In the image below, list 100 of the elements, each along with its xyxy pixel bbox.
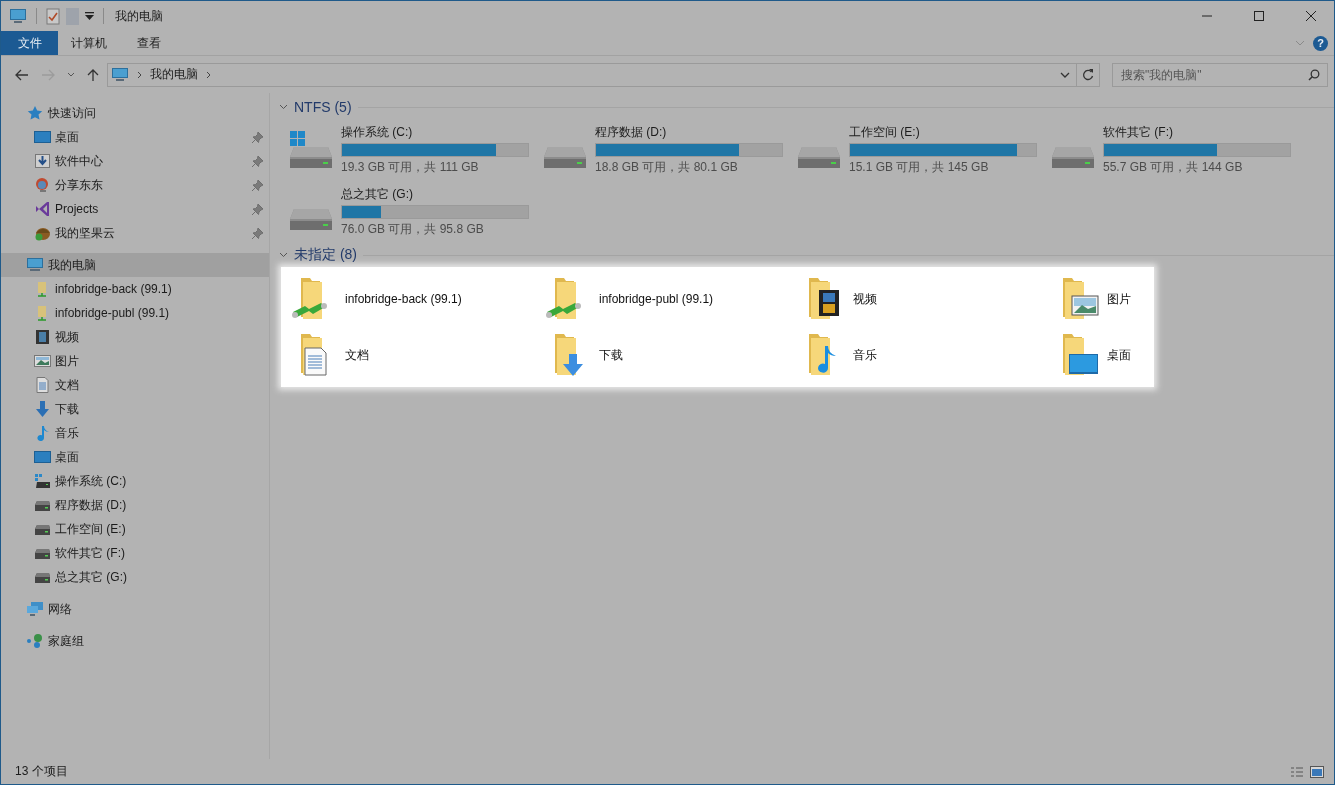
computer-icon bbox=[26, 257, 44, 273]
back-arrow-icon[interactable] bbox=[15, 68, 29, 81]
address-field[interactable]: 我的电脑 bbox=[107, 62, 1077, 87]
maximize-icon[interactable] bbox=[1253, 10, 1265, 22]
folder-name: 桌面 bbox=[1107, 346, 1131, 364]
sidebar-item[interactable]: 总之其它 (G:) bbox=[1, 565, 269, 589]
folder-item[interactable]: 视频 bbox=[789, 271, 935, 327]
ribbon-tab[interactable]: 查看 bbox=[120, 31, 177, 55]
folder-item[interactable]: infobridge-back (99.1) bbox=[281, 271, 499, 327]
pin-icon[interactable] bbox=[252, 179, 263, 191]
group-header[interactable]: NTFS (5) bbox=[294, 99, 352, 115]
search-icon[interactable] bbox=[1308, 68, 1320, 81]
sidebar-item[interactable]: 网络 bbox=[1, 597, 269, 621]
close-icon[interactable] bbox=[1305, 10, 1317, 22]
homegroup-icon bbox=[26, 633, 44, 649]
help-button[interactable]: ? bbox=[1313, 35, 1328, 51]
ribbon-tab[interactable]: 计算机 bbox=[58, 31, 120, 55]
pin-icon[interactable] bbox=[252, 131, 263, 143]
network-icon bbox=[26, 601, 44, 617]
sidebar-item[interactable]: infobridge-back (99.1) bbox=[1, 277, 269, 301]
drive-name: 总之其它 (G:) bbox=[341, 186, 414, 203]
star-icon bbox=[26, 105, 44, 121]
dropdown-icon[interactable] bbox=[85, 12, 94, 20]
sidebar-item[interactable]: 视频 bbox=[1, 325, 269, 349]
bowtie-icon bbox=[34, 201, 51, 217]
chevron-right-icon[interactable] bbox=[206, 70, 211, 79]
sidebar-item[interactable]: 桌面 bbox=[1, 125, 269, 149]
download-icon bbox=[34, 401, 51, 417]
properties-icon[interactable] bbox=[46, 7, 60, 25]
globe-icon bbox=[34, 177, 51, 193]
pin-icon[interactable] bbox=[252, 203, 263, 215]
sidebar-item[interactable]: Projects bbox=[1, 197, 269, 221]
folder-name: infobridge-back (99.1) bbox=[345, 292, 462, 306]
sidebar-item[interactable]: infobridge-publ (99.1) bbox=[1, 301, 269, 325]
drive-icon bbox=[542, 147, 588, 169]
drive-space: 76.0 GB 可用，共 95.8 GB bbox=[341, 221, 485, 238]
window-title: 我的电脑 bbox=[115, 7, 163, 25]
dropdown-icon[interactable] bbox=[1060, 71, 1070, 78]
drive-icon bbox=[288, 209, 334, 231]
recent-dropdown-icon[interactable] bbox=[67, 72, 75, 77]
sidebar-item[interactable]: 快速访问 bbox=[1, 101, 269, 125]
sidebar-item[interactable]: 家庭组 bbox=[1, 629, 269, 653]
computer-icon[interactable] bbox=[9, 8, 27, 24]
sidebar-item[interactable]: 文档 bbox=[1, 373, 269, 397]
sidebar-item[interactable]: 桌面 bbox=[1, 445, 269, 469]
acorn-icon bbox=[34, 225, 51, 241]
monitor-icon bbox=[34, 449, 51, 465]
pin-icon[interactable] bbox=[252, 155, 263, 167]
drive-tile[interactable]: 操作系统 (C:) 19.3 GB 可用，共 111 GB bbox=[282, 119, 536, 181]
sidebar-item[interactable]: 我的坚果云 bbox=[1, 221, 269, 245]
monitor-icon bbox=[34, 129, 51, 145]
chevron-right-icon[interactable] bbox=[137, 70, 142, 79]
breadcrumb[interactable]: 我的电脑 bbox=[150, 66, 198, 83]
drive-icon bbox=[1050, 147, 1096, 169]
drive-tile[interactable]: 工作空间 (E:) 15.1 GB 可用，共 145 GB bbox=[790, 119, 1044, 181]
collapse-chevron-icon[interactable] bbox=[279, 252, 288, 258]
pin-icon[interactable] bbox=[252, 227, 263, 239]
drive-name: 工作空间 (E:) bbox=[849, 124, 921, 141]
sidebar-item[interactable]: 分享东东 bbox=[1, 173, 269, 197]
sidebar-item[interactable]: 程序数据 (D:) bbox=[1, 493, 269, 517]
folder-name: 下载 bbox=[599, 346, 623, 364]
download-icon bbox=[34, 153, 51, 169]
drive-space: 15.1 GB 可用，共 145 GB bbox=[849, 159, 990, 176]
drive-tile[interactable]: 程序数据 (D:) 18.8 GB 可用，共 80.1 GB bbox=[536, 119, 790, 181]
music-note-icon bbox=[34, 425, 51, 441]
group-header[interactable]: 未指定 (8) bbox=[294, 246, 357, 264]
drive-tile[interactable]: 软件其它 (F:) 55.7 GB 可用，共 144 GB bbox=[1044, 119, 1298, 181]
drive-tile[interactable]: 总之其它 (G:) 76.0 GB 可用，共 95.8 GB bbox=[282, 181, 536, 243]
drive-name: 程序数据 (D:) bbox=[595, 124, 668, 141]
image-icon bbox=[34, 353, 51, 369]
folder-item[interactable]: 桌面 bbox=[1043, 327, 1153, 383]
folder-name: 图片 bbox=[1107, 290, 1131, 308]
sidebar-item[interactable]: 我的电脑 bbox=[1, 253, 269, 277]
folder-item[interactable]: 音乐 bbox=[789, 327, 935, 383]
folder-name: 音乐 bbox=[853, 346, 877, 364]
folder-item[interactable]: 下载 bbox=[535, 327, 717, 383]
refresh-icon bbox=[1082, 68, 1094, 81]
sidebar-item[interactable]: 图片 bbox=[1, 349, 269, 373]
folder-item[interactable]: 文档 bbox=[281, 327, 499, 383]
refresh-button[interactable] bbox=[1076, 62, 1100, 87]
drive-name: 操作系统 (C:) bbox=[341, 124, 414, 141]
folder-item[interactable]: infobridge-publ (99.1) bbox=[535, 271, 717, 327]
sidebar-item[interactable]: 下载 bbox=[1, 397, 269, 421]
up-arrow-icon[interactable] bbox=[87, 67, 99, 82]
collapse-chevron-icon[interactable] bbox=[279, 104, 288, 110]
search-field[interactable]: 搜索"我的电脑" bbox=[1112, 62, 1328, 87]
folder-name: 文档 bbox=[345, 346, 369, 364]
sidebar-item[interactable]: 软件中心 bbox=[1, 149, 269, 173]
film-icon bbox=[34, 329, 51, 345]
sidebar-item[interactable]: 软件其它 (F:) bbox=[1, 541, 269, 565]
drive-space: 55.7 GB 可用，共 144 GB bbox=[1103, 159, 1244, 176]
sidebar-item[interactable]: 工作空间 (E:) bbox=[1, 517, 269, 541]
computer-icon bbox=[111, 67, 129, 82]
folder-item[interactable]: 图片 bbox=[1043, 271, 1153, 327]
sidebar-item[interactable]: 操作系统 (C:) bbox=[1, 469, 269, 493]
drive-icon bbox=[288, 131, 334, 169]
sidebar-item[interactable]: 音乐 bbox=[1, 421, 269, 445]
ribbon-tab[interactable]: 文件 bbox=[1, 31, 58, 55]
large-icons-view-icon[interactable] bbox=[1310, 765, 1324, 778]
drive-space: 18.8 GB 可用，共 80.1 GB bbox=[595, 159, 739, 176]
